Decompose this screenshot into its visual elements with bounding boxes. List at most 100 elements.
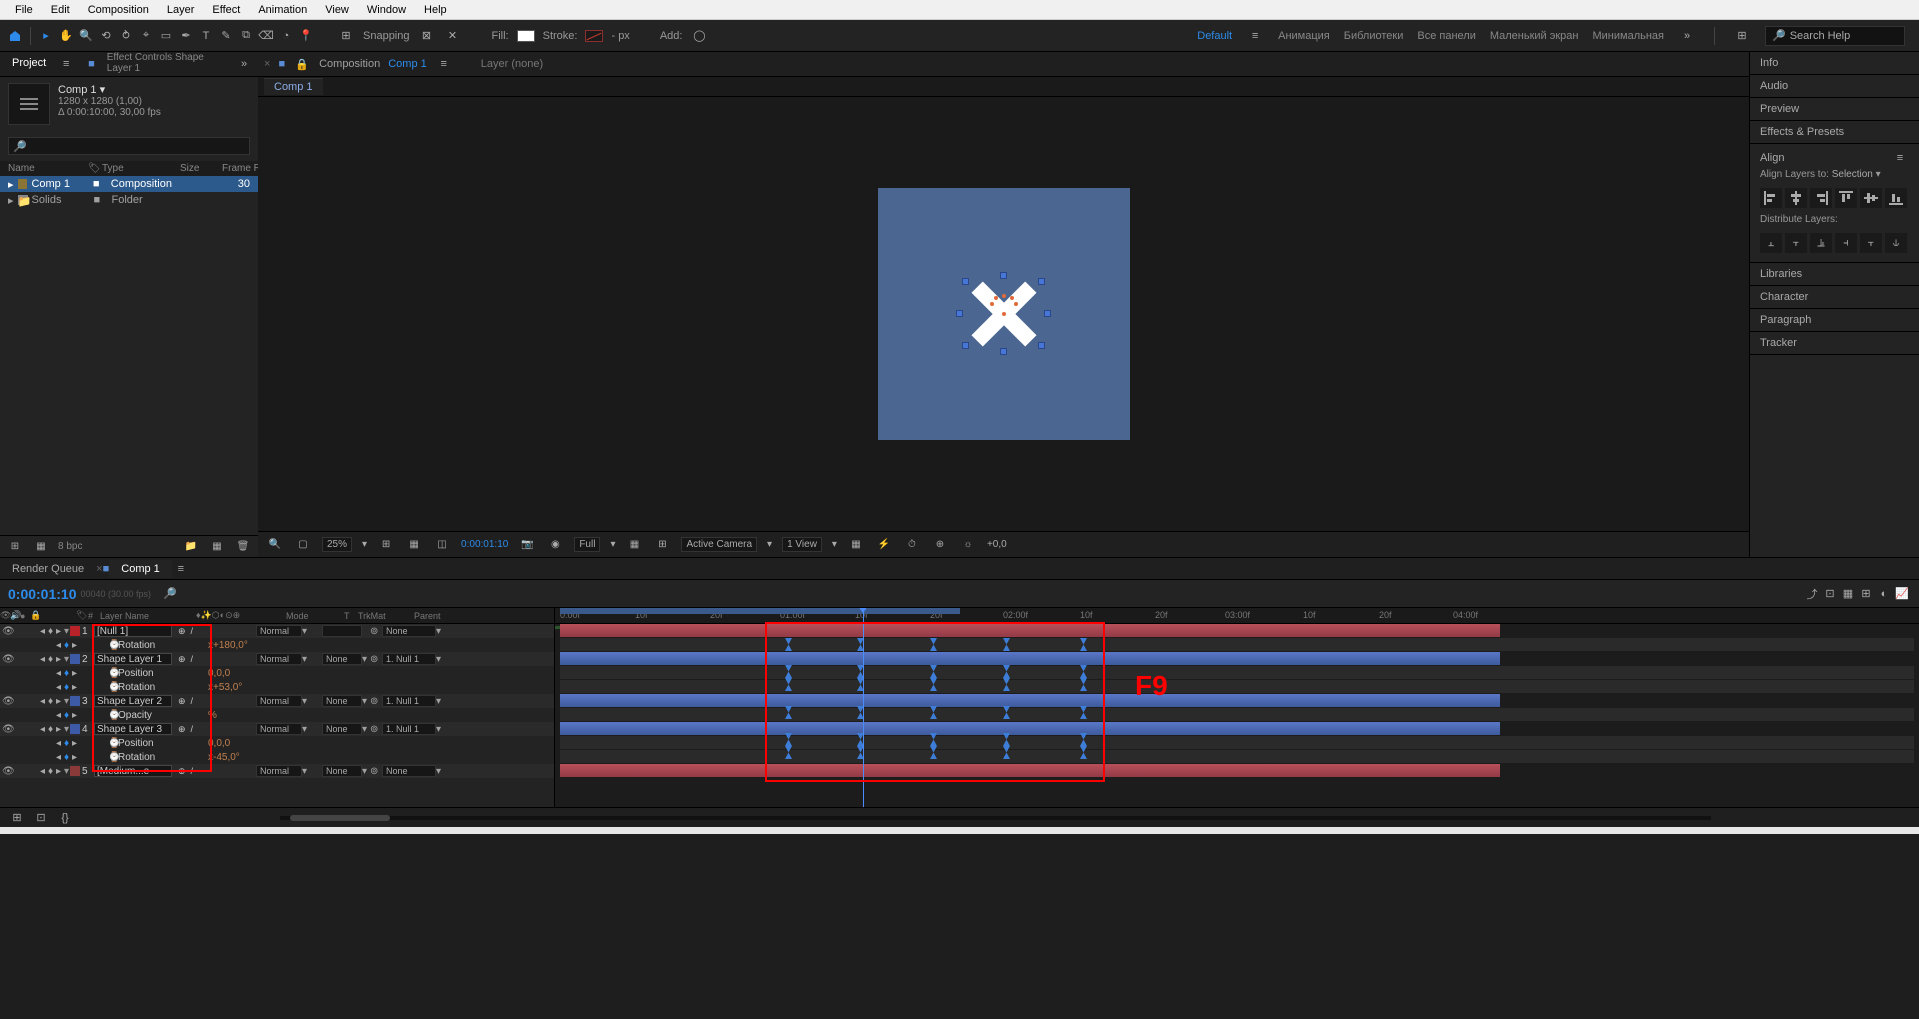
dist-vcenter-icon[interactable]: ⫟	[1785, 233, 1807, 253]
viewport[interactable]	[258, 97, 1749, 531]
align-bottom-icon[interactable]	[1885, 188, 1907, 208]
guides-icon[interactable]: ⊞	[653, 536, 671, 554]
property-row[interactable]: ◂♦▸ ⌚ Position 0,0,0	[0, 736, 554, 750]
keyframe[interactable]	[785, 706, 792, 719]
keyframe[interactable]	[1080, 746, 1087, 759]
dist-hcenter-icon[interactable]: ⫟	[1860, 233, 1882, 253]
panel-menu-icon[interactable]: ≡	[172, 560, 190, 578]
align-right-icon[interactable]	[1810, 188, 1832, 208]
view-options-icon[interactable]: ▦	[625, 536, 643, 554]
keyframe[interactable]	[930, 665, 937, 678]
layer-row[interactable]: 👁 ◂♦▸ ▾ 3 Shape Layer 2 ⊕ / Normal▾ None…	[0, 694, 554, 708]
viewer-tab[interactable]: Comp 1	[264, 78, 323, 95]
region-icon[interactable]: ▢	[294, 536, 312, 554]
playhead[interactable]	[863, 608, 864, 807]
timeline-comp-tab[interactable]: Comp 1	[109, 560, 172, 578]
col-frame[interactable]: Frame R	[222, 163, 261, 174]
col-name[interactable]: Name	[8, 163, 88, 174]
project-item[interactable]: ▸📁 Solids ■ Folder	[0, 192, 258, 208]
anchor-tool-icon[interactable]: ⌖	[137, 27, 155, 45]
bpc-icon[interactable]: ▦	[32, 538, 50, 556]
flowchart-icon[interactable]: ⊕	[931, 536, 949, 554]
stroke-width[interactable]: - px	[611, 30, 629, 42]
exposure-icon[interactable]: ☼	[959, 536, 977, 554]
viewer-time[interactable]: 0:00:01:10	[461, 539, 508, 550]
fill-swatch[interactable]	[517, 30, 535, 42]
chevron-right-icon[interactable]: »	[1678, 27, 1696, 45]
keyframe[interactable]	[930, 678, 937, 691]
workspace-allpanels[interactable]: Все панели	[1417, 30, 1475, 42]
project-search[interactable]: 🔎	[8, 137, 250, 155]
zoom-tool-icon[interactable]: 🔍	[77, 27, 95, 45]
property-row[interactable]: ◂♦▸ ⌚ Rotation x-45,0°	[0, 750, 554, 764]
keyframe[interactable]	[930, 638, 937, 651]
workspace-default[interactable]: Default	[1197, 30, 1232, 42]
trash-icon[interactable]: 🗑	[234, 538, 252, 556]
new-folder-icon[interactable]: 📁	[182, 538, 200, 556]
chevron-right-icon[interactable]: »	[236, 55, 252, 73]
text-tool-icon[interactable]: T	[197, 27, 215, 45]
search-input[interactable]: 🔎 Search Help	[1765, 26, 1905, 46]
camera-dropdown[interactable]: Active Camera	[681, 537, 757, 552]
menu-file[interactable]: File	[6, 2, 42, 18]
dist-top-icon[interactable]: ⫠	[1760, 233, 1782, 253]
orbit-camera-icon[interactable]: ⟲	[97, 27, 115, 45]
keyframe[interactable]	[785, 678, 792, 691]
views-dropdown[interactable]: 1 View	[782, 537, 822, 552]
rotate-tool-icon[interactable]: ⥁	[117, 27, 135, 45]
show-channel-icon[interactable]: ◉	[546, 536, 564, 554]
comp-tab-name[interactable]: Comp 1	[388, 58, 427, 70]
panel-audio[interactable]: Audio	[1750, 75, 1919, 98]
align-hcenter-icon[interactable]	[1785, 188, 1807, 208]
layer-row[interactable]: 👁 ◂♦▸ ▾ 5 [Medium...e Solid 1] ⊕ / Norma…	[0, 764, 554, 778]
menu-edit[interactable]: Edit	[42, 2, 79, 18]
frame-blend-icon[interactable]: ⊞	[1857, 585, 1875, 603]
bpc-label[interactable]: 8 bpc	[58, 541, 82, 552]
magnify-icon[interactable]: 🔍	[266, 536, 284, 554]
panel-tracker[interactable]: Tracker	[1750, 332, 1919, 355]
timeline-icon[interactable]: ⏱	[903, 536, 921, 554]
layer-row[interactable]: 👁 ◂♦▸ ▾ 4 Shape Layer 3 ⊕ / Normal▾ None…	[0, 722, 554, 736]
panel-menu-icon[interactable]: ≡	[1891, 149, 1909, 167]
menu-window[interactable]: Window	[358, 2, 415, 18]
panel-preview[interactable]: Preview	[1750, 98, 1919, 121]
dist-left-icon[interactable]: ⫞	[1835, 233, 1857, 253]
brush-tool-icon[interactable]: ✎	[217, 27, 235, 45]
comp-thumbnail[interactable]	[8, 83, 50, 125]
keyframe[interactable]	[1003, 746, 1010, 759]
align-left-icon[interactable]	[1760, 188, 1782, 208]
keyframe[interactable]	[1080, 733, 1087, 746]
snap-collapse-icon[interactable]: ✕	[444, 27, 462, 45]
panel-libraries[interactable]: Libraries	[1750, 263, 1919, 286]
render-queue-tab[interactable]: Render Queue	[0, 560, 96, 578]
keyframe[interactable]	[1003, 665, 1010, 678]
menu-composition[interactable]: Composition	[79, 2, 158, 18]
keyframe[interactable]	[930, 733, 937, 746]
shy-icon[interactable]: ⤴	[1803, 585, 1821, 603]
keyframe[interactable]	[1080, 706, 1087, 719]
fast-preview-icon[interactable]: ⚡	[875, 536, 893, 554]
keyframe[interactable]	[1080, 665, 1087, 678]
home-icon[interactable]	[6, 27, 24, 45]
collapse-icon[interactable]: ⊡	[1821, 585, 1839, 603]
rectangle-tool-icon[interactable]: ▭	[157, 27, 175, 45]
mask-icon[interactable]: ◫	[433, 536, 451, 554]
draft3d-icon[interactable]: ▦	[1839, 585, 1857, 603]
current-time[interactable]: 0:00:01:10	[8, 586, 77, 602]
col-type[interactable]: Type	[102, 163, 180, 174]
keyframe[interactable]	[785, 665, 792, 678]
clone-tool-icon[interactable]: ⧉	[237, 27, 255, 45]
menu-help[interactable]: Help	[415, 2, 456, 18]
resolution-icon[interactable]: ⊞	[377, 536, 395, 554]
workspace-menu-icon[interactable]: ≡	[1246, 27, 1264, 45]
canvas[interactable]	[878, 188, 1130, 440]
lock-icon[interactable]: 🔒	[293, 55, 311, 73]
zoom-slider[interactable]	[280, 816, 1711, 820]
effect-controls-tab[interactable]: Effect Controls Shape Layer 1	[101, 49, 230, 79]
layer-tab[interactable]: Layer (none)	[481, 58, 543, 70]
keyframe[interactable]	[785, 746, 792, 759]
toggle-switches-icon[interactable]: ⊞	[8, 809, 26, 827]
snap-edge-icon[interactable]: ⊠	[418, 27, 436, 45]
transparency-icon[interactable]: ▦	[405, 536, 423, 554]
puppet-tool-icon[interactable]: 📍	[297, 27, 315, 45]
